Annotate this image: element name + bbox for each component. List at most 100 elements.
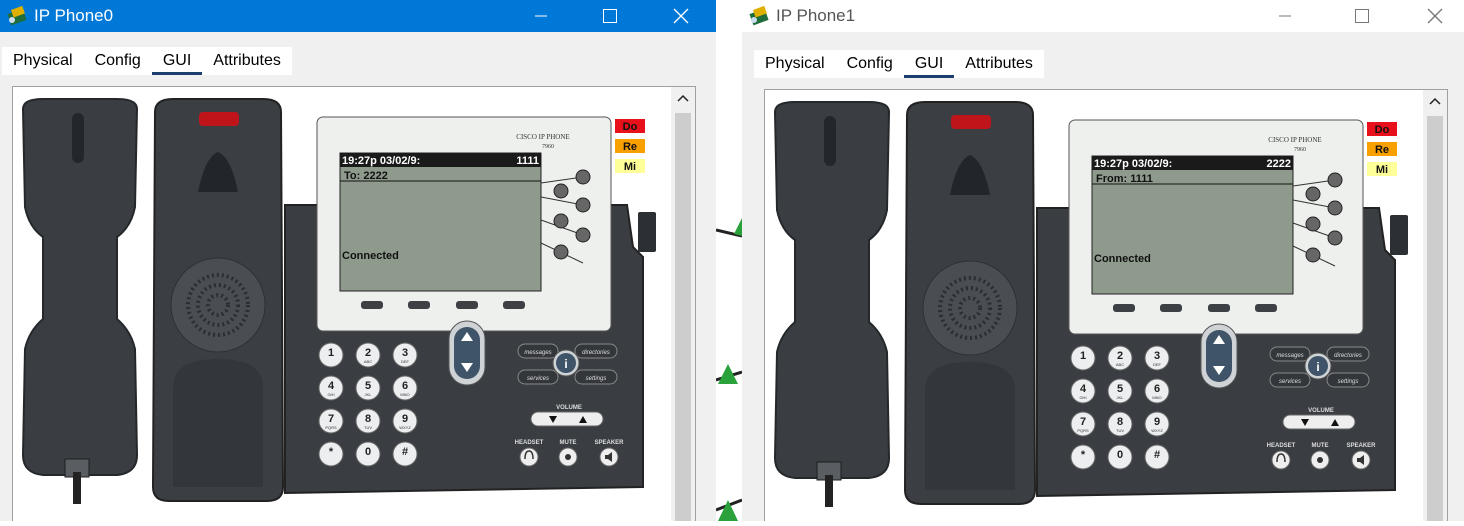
maximize-icon [603, 9, 617, 23]
keypad-key-label: 7 [1080, 416, 1086, 428]
keypad-key-sublabel: TUV [1116, 428, 1124, 433]
headset-label: HEADSET [1267, 443, 1296, 449]
vertical-scrollbar[interactable] [1423, 90, 1447, 521]
line-button-2[interactable] [575, 169, 591, 185]
keypad-key-label: 5 [1117, 383, 1123, 395]
keypad-key-sublabel: PQRS [325, 425, 337, 430]
services-label: services [1279, 379, 1301, 385]
volume-rocker[interactable] [1282, 414, 1356, 430]
softkey-4[interactable] [1255, 304, 1277, 312]
mute-icon [565, 454, 571, 460]
indicator-mi-label: Mi [1376, 164, 1388, 176]
tab-physical[interactable]: Physical [754, 50, 836, 78]
line-button-1[interactable] [553, 183, 569, 199]
window-titlebar[interactable]: IP Phone1 [742, 0, 1464, 32]
line-button-6[interactable] [575, 227, 591, 243]
tab-config[interactable]: Config [836, 50, 904, 78]
settings-label: settings [586, 376, 607, 382]
minimize-button[interactable] [1262, 0, 1308, 32]
lcd-status: Connected [1094, 253, 1151, 265]
gui-panel: CISCO IP PHONE 7960 19:27p 03/02/9: 1111… [12, 86, 696, 521]
line-button-6[interactable] [1327, 230, 1343, 246]
keypad-key-sublabel: DEF [401, 359, 410, 364]
softkey-3[interactable] [456, 301, 478, 309]
window-titlebar[interactable]: IP Phone0 [0, 0, 716, 32]
keypad-key-sublabel: WXYZ [399, 425, 411, 430]
lcd-status: Connected [342, 250, 399, 262]
keypad-key-label: * [329, 446, 334, 458]
close-button[interactable] [658, 0, 704, 32]
gui-panel: CISCO IP PHONE 7960 19:27p 03/02/9: 2222… [764, 89, 1448, 521]
ip-phone-7960: CISCO IP PHONE 7960 19:27p 03/02/9: 1111… [21, 98, 656, 504]
tab-gui[interactable]: GUI [151, 47, 203, 75]
volume-rocker[interactable] [530, 411, 604, 427]
softkey-4[interactable] [503, 301, 525, 309]
cradle [151, 98, 285, 502]
softkey-2[interactable] [408, 301, 430, 309]
minimize-button[interactable] [518, 0, 564, 32]
messages-label: messages [1276, 353, 1303, 359]
line-button-5[interactable] [553, 244, 569, 260]
line-button-2[interactable] [1327, 172, 1343, 188]
keypad-key-sublabel: WXYZ [1151, 428, 1163, 433]
keypad-key-sublabel: MNO [400, 392, 409, 397]
scrollbar-thumb[interactable] [675, 113, 691, 521]
keypad-key-label: # [1154, 449, 1160, 461]
scroll-up-icon[interactable] [1427, 94, 1443, 108]
phone-brand: CISCO IP PHONE [1268, 136, 1321, 144]
keypad-key-label: 4 [1080, 383, 1087, 395]
keypad-key-sublabel: DEF [1153, 362, 1162, 367]
close-button[interactable] [1412, 0, 1458, 32]
tab-physical[interactable]: Physical [2, 47, 84, 75]
tab-attributes[interactable]: Attributes [954, 50, 1044, 78]
keypad-key-label: 1 [1080, 350, 1086, 362]
volume-label: VOLUME [1308, 408, 1334, 414]
vertical-scrollbar[interactable] [671, 87, 695, 521]
navigation-rocker[interactable] [448, 320, 486, 386]
softkey-3[interactable] [1208, 304, 1230, 312]
scroll-up-icon[interactable] [675, 91, 691, 105]
keypad-key-label: 9 [1154, 416, 1160, 428]
window-title: IP Phone1 [776, 6, 856, 25]
maximize-button[interactable] [1339, 0, 1385, 32]
line-button-4[interactable] [575, 197, 591, 213]
softkey-2[interactable] [1160, 304, 1182, 312]
maximize-button[interactable] [587, 0, 633, 32]
softkey-1[interactable] [361, 301, 383, 309]
softkey-1[interactable] [1113, 304, 1135, 312]
keypad-key-label: 6 [1154, 383, 1160, 395]
phone-brand: CISCO IP PHONE [516, 133, 569, 141]
indicator-re-label: Re [623, 141, 637, 153]
handset[interactable] [773, 101, 891, 507]
cradle [903, 101, 1037, 505]
keypad-key-label: 2 [1117, 350, 1123, 362]
messages-label: messages [524, 350, 551, 356]
keypad-key-sublabel: PQRS [1077, 428, 1089, 433]
navigation-rocker[interactable] [1200, 323, 1238, 389]
scrollbar-thumb[interactable] [1427, 116, 1443, 521]
keypad-key-sublabel: TUV [364, 425, 372, 430]
lcd-datetime: 19:27p 03/02/9: [1094, 158, 1172, 170]
close-icon [673, 8, 689, 24]
speaker-label: SPEAKER [1346, 443, 1376, 449]
mute-label: MUTE [1312, 443, 1329, 449]
line-button-5[interactable] [1305, 247, 1321, 263]
speaker-label: SPEAKER [594, 440, 624, 446]
line-button-3[interactable] [1305, 216, 1321, 232]
line-button-1[interactable] [1305, 186, 1321, 202]
keypad-key-label: 0 [1117, 449, 1123, 461]
minimize-icon [535, 15, 547, 17]
keypad-key-label: 7 [328, 413, 334, 425]
volume-label: VOLUME [556, 405, 582, 411]
tab-bar: Physical Config GUI Attributes [2, 47, 292, 75]
handset[interactable] [21, 98, 139, 504]
line-button-3[interactable] [553, 213, 569, 229]
tab-config[interactable]: Config [84, 47, 152, 75]
keypad-key-label: 1 [328, 347, 334, 359]
tab-attributes[interactable]: Attributes [202, 47, 292, 75]
packet-tracer-app-icon [7, 5, 27, 26]
line-button-4[interactable] [1327, 200, 1343, 216]
indicator-do-label: Do [1375, 124, 1390, 136]
info-icon: i [1316, 360, 1319, 374]
tab-gui[interactable]: GUI [903, 50, 955, 78]
